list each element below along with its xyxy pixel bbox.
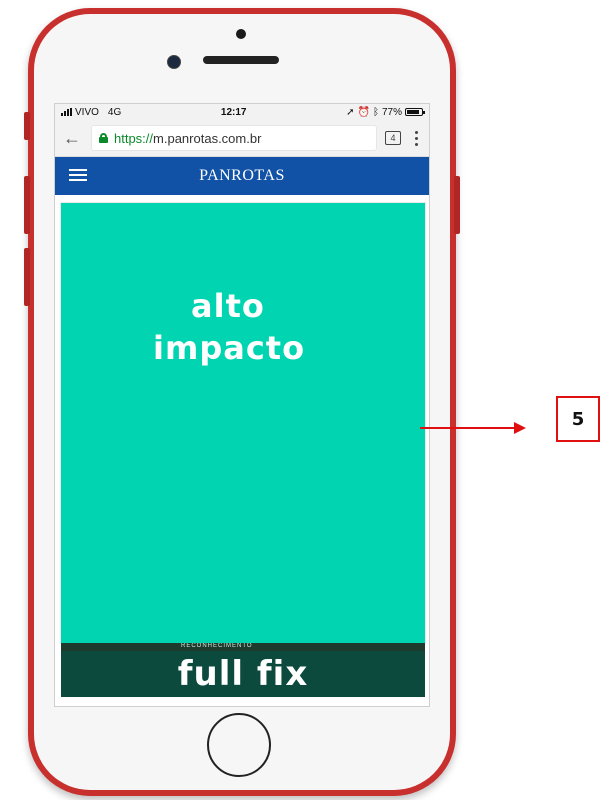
volume-up-button [24,176,30,234]
background-teaser-text: RECONHECIMENTO [181,643,253,649]
annotation-number-box: 5 [556,396,600,442]
location-icon: ➚ [346,106,355,118]
full-fix-ad-bar[interactable]: full fix [61,651,425,697]
bluetooth-icon: ᛒ [372,106,379,118]
hamburger-menu-icon[interactable] [69,169,87,181]
home-button[interactable] [207,713,271,777]
url-text: https://m.panrotas.com.br [114,131,261,146]
alarm-icon: ⏰ [357,106,370,118]
back-arrow-icon[interactable]: ← [61,128,83,149]
site-header: PANROTAS [55,157,429,195]
mute-switch [24,112,30,140]
more-options-icon[interactable] [409,130,423,146]
signal-icon [61,108,72,116]
network-type: 4G [107,106,122,118]
ad-headline-line2: impacto [153,329,306,367]
full-fix-label: full fix [177,654,309,694]
lock-icon [99,133,108,143]
url-scheme: https:// [114,130,154,146]
status-left: VIVO 4G [61,107,121,118]
background-article-teaser: RECONHECIMENTO [61,643,425,651]
annotation-arrow-head-icon [514,422,526,434]
browser-toolbar: ← https://m.panrotas.com.br 4 [55,120,429,157]
tabs-switcher-button[interactable]: 4 [385,131,401,145]
volume-down-button [24,248,30,306]
ad-headline-line1: alto [191,287,265,325]
front-camera-icon [167,55,181,69]
annotation-arrow-line [420,427,516,429]
earpiece-speaker [203,56,279,64]
battery-percent: 77% [381,106,402,118]
site-logo[interactable]: PANROTAS [55,167,429,185]
carrier-name: VIVO [75,106,99,118]
proximity-sensor [236,29,246,39]
url-host: m.panrotas.com.br [153,130,262,146]
status-bar: VIVO 4G 12:17 ➚ ⏰ ᛒ 77% [55,104,429,120]
status-right: ➚ ⏰ ᛒ 77% [346,106,425,118]
phone-screen: VIVO 4G 12:17 ➚ ⏰ ᛒ 77% ← https://m.panr… [54,103,430,707]
battery-icon [405,108,425,116]
status-time: 12:17 [220,106,247,118]
address-bar[interactable]: https://m.panrotas.com.br [91,125,377,151]
ad-banner[interactable]: alto impacto [61,203,425,643]
page-content: alto impacto RECONHECIMENTO full fix [55,195,429,706]
power-button [454,176,460,234]
